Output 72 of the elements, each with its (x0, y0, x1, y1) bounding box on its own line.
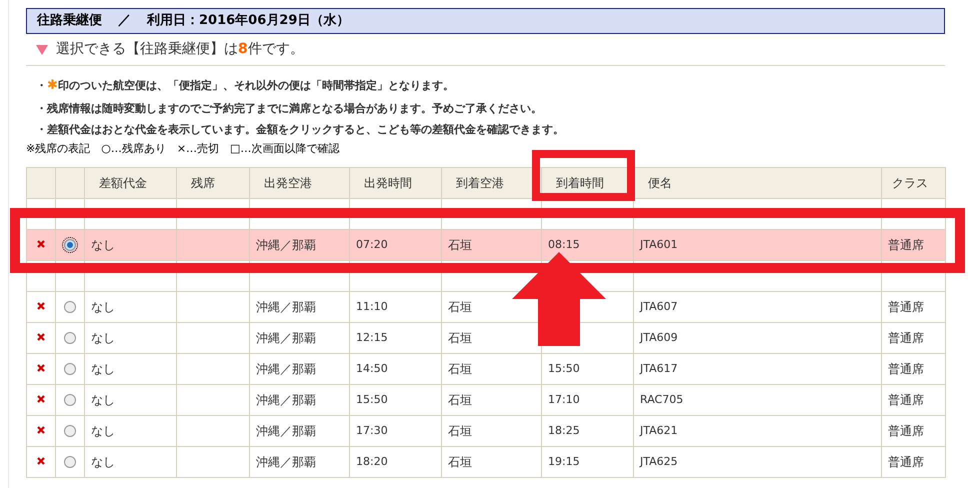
table-cell: なし (91, 362, 115, 376)
table-cell: JTA609 (640, 330, 678, 344)
note-text: ・差額代金はおとな代金を表示しています。金額をクリックすると、こども等の差額代金を確認できます。 (35, 122, 565, 138)
table-cell: 石垣 (448, 238, 472, 252)
table-cell: 18:20 (356, 454, 388, 468)
table-cell: 15:50 (548, 362, 580, 375)
radio-button[interactable] (64, 238, 76, 251)
radio-button[interactable] (64, 394, 76, 406)
table-cell: 沖縄／那覇 (256, 362, 316, 376)
table-cell: JTA617 (640, 362, 678, 375)
table-cell: RAC705 (640, 392, 684, 406)
note-text: ・残席情報は随時変動しますのでご予約完了までに満席となる場合があります。予めご了承ください。 (35, 100, 543, 116)
table-cell: JTA625 (640, 454, 678, 468)
note-text: ・✱印のついた航空便は、「便指定」、それ以外の便は「時間帯指定」となります。 (35, 77, 455, 95)
column-header: 便名 (648, 176, 672, 190)
table-cell: なし (91, 238, 115, 252)
table-cell: 11:10 (356, 300, 388, 313)
result-count-heading: 選択できる【往路乗継便】は8件です。 (56, 40, 304, 59)
radio-button[interactable] (64, 300, 76, 313)
table-cell: 07:20 (356, 238, 388, 251)
separator-text: ／ (118, 12, 131, 30)
table-cell: 普通席 (888, 455, 924, 469)
table-cell: なし (91, 455, 115, 469)
table-cell: 17:10 (548, 392, 580, 406)
table-cell: なし (91, 331, 115, 345)
radio-button[interactable] (64, 424, 76, 437)
table-cell: 沖縄／那覇 (256, 238, 316, 252)
column-header: 差額代金 (99, 176, 147, 190)
route-title: 往路乗継便 (37, 12, 102, 30)
table-cell: 沖縄／那覇 (256, 424, 316, 438)
table-cell: 石垣 (448, 424, 472, 438)
table-cell: 石垣 (448, 362, 472, 376)
table-cell: 普通席 (888, 424, 924, 438)
column-header: 残席 (191, 176, 215, 190)
table-cell: 15:50 (356, 392, 388, 406)
radio-button[interactable] (64, 362, 76, 375)
column-header: 到着空港 (456, 176, 504, 190)
table-cell: 普通席 (888, 331, 924, 345)
table-cell: 沖縄／那覇 (256, 455, 316, 469)
table-cell: 19:15 (548, 454, 580, 468)
table-cell: 石垣 (448, 393, 472, 407)
column-header: 出発空港 (264, 176, 312, 190)
up-arrow-icon (512, 252, 606, 346)
table-cell: JTA601 (640, 238, 678, 251)
triangle-icon (36, 44, 48, 54)
table-cell: 18:25 (548, 424, 580, 437)
table-cell: 沖縄／那覇 (256, 393, 316, 407)
column-header: 到着時間 (556, 176, 604, 190)
table-cell: なし (91, 300, 115, 314)
table-cell: 普通席 (888, 300, 924, 314)
table-cell: 普通席 (888, 362, 924, 376)
column-header: 出発時間 (364, 176, 412, 190)
table-cell: なし (91, 424, 115, 438)
table-cell: 普通席 (888, 393, 924, 407)
table-cell: 17:30 (356, 424, 388, 437)
radio-button[interactable] (64, 456, 76, 468)
table-cell: 石垣 (448, 331, 472, 345)
table-cell: 沖縄／那覇 (256, 300, 316, 314)
table-cell: JTA607 (640, 300, 678, 313)
legend-text: ※残席の表記 ○…残席あり ×…売切 □…次画面以降で確認 (26, 140, 340, 156)
table-cell: 14:50 (356, 362, 388, 375)
table-cell: なし (91, 393, 115, 407)
date-text: 利用日：2016年06月29日（水） (147, 12, 350, 30)
table-cell: 08:15 (548, 238, 580, 251)
table-cell: 12:15 (356, 330, 388, 344)
column-header: クラス (892, 176, 928, 190)
table-cell: JTA621 (640, 424, 678, 437)
table-cell: 石垣 (448, 300, 472, 314)
radio-button[interactable] (64, 332, 76, 344)
table-cell: 普通席 (888, 238, 924, 252)
table-cell: 沖縄／那覇 (256, 331, 316, 345)
table-cell: 石垣 (448, 455, 472, 469)
